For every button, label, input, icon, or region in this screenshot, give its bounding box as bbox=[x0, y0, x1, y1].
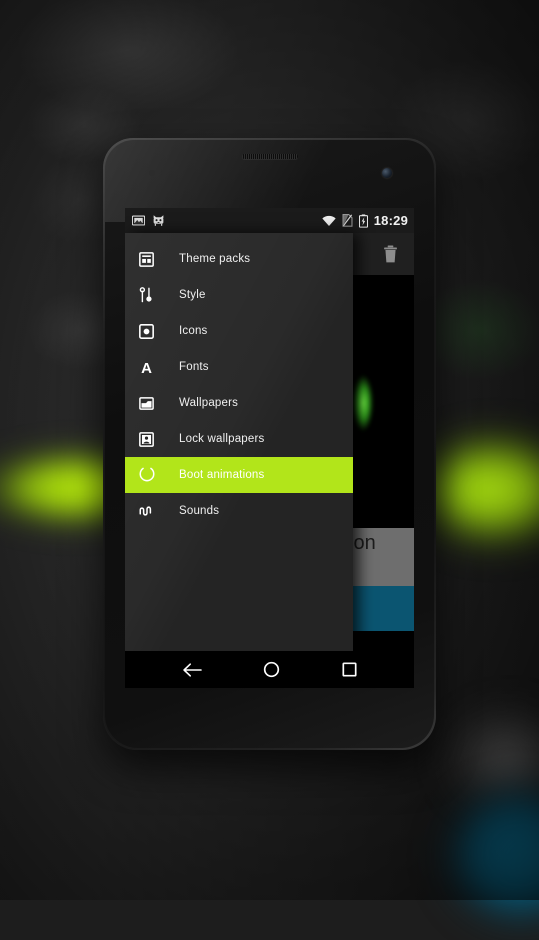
wallpapers-image-icon bbox=[139, 392, 169, 414]
battery-charging-icon bbox=[359, 214, 368, 228]
status-bar: 18:29 bbox=[125, 208, 414, 233]
style-sliders-icon bbox=[139, 284, 169, 306]
drawer-item-fonts[interactable]: A Fonts bbox=[125, 349, 353, 385]
drawer-item-label: Theme packs bbox=[179, 253, 250, 265]
cat-face-icon bbox=[152, 214, 165, 227]
trash-icon[interactable] bbox=[383, 245, 398, 263]
icons-dot-icon bbox=[139, 320, 169, 342]
preview-green-glow bbox=[353, 375, 373, 431]
sounds-wave-icon bbox=[139, 500, 169, 522]
lock-wallpapers-icon bbox=[139, 428, 169, 450]
drawer-item-wallpapers[interactable]: Wallpapers bbox=[125, 385, 353, 421]
navigation-bar bbox=[125, 651, 414, 688]
drawer-item-label: Boot animations bbox=[179, 469, 264, 481]
earpiece-speaker-icon bbox=[242, 154, 298, 159]
no-sim-icon bbox=[342, 214, 353, 227]
content-card-text: ion bbox=[349, 532, 376, 555]
status-notification-icons bbox=[132, 214, 165, 227]
phone-mockup: 18:29 ion bbox=[103, 138, 436, 750]
drawer-item-icons[interactable]: Icons bbox=[125, 313, 353, 349]
proximity-sensor-icon bbox=[149, 170, 155, 176]
drawer-item-label: Icons bbox=[179, 325, 208, 337]
drawer-item-label: Fonts bbox=[179, 361, 209, 373]
boot-animations-spinner-icon bbox=[139, 464, 169, 486]
back-arrow-icon[interactable] bbox=[182, 661, 202, 679]
svg-text:A: A bbox=[141, 360, 152, 375]
status-clock: 18:29 bbox=[374, 213, 408, 228]
drawer-item-theme-packs[interactable]: Theme packs bbox=[125, 241, 353, 277]
drawer-item-boot-animations[interactable]: Boot animations bbox=[125, 457, 353, 493]
light-sensor-icon bbox=[161, 170, 167, 176]
phone-body: 18:29 ion bbox=[105, 140, 434, 748]
drawer-item-label: Style bbox=[179, 289, 206, 301]
fonts-letter-a-icon: A bbox=[139, 356, 169, 378]
status-system-icons: 18:29 bbox=[322, 213, 408, 228]
theme-packs-icon bbox=[139, 248, 169, 270]
wifi-icon bbox=[322, 215, 336, 227]
home-circle-icon[interactable] bbox=[263, 661, 280, 678]
drawer-item-label: Lock wallpapers bbox=[179, 433, 264, 445]
content-card-teal[interactable] bbox=[347, 586, 414, 631]
drawer-item-label: Wallpapers bbox=[179, 397, 238, 409]
phone-screen: 18:29 ion bbox=[125, 208, 414, 688]
drawer-item-lock-wallpapers[interactable]: Lock wallpapers bbox=[125, 421, 353, 457]
drawer-item-sounds[interactable]: Sounds bbox=[125, 493, 353, 529]
navigation-drawer: Theme packs Style bbox=[125, 233, 353, 651]
recents-square-icon[interactable] bbox=[342, 662, 357, 677]
drawer-item-label: Sounds bbox=[179, 505, 219, 517]
front-camera-icon bbox=[382, 168, 392, 178]
background-teal-glow bbox=[430, 770, 539, 940]
screenshot-icon bbox=[132, 214, 145, 227]
drawer-item-style[interactable]: Style bbox=[125, 277, 353, 313]
content-card-grey[interactable]: ion bbox=[347, 528, 414, 586]
